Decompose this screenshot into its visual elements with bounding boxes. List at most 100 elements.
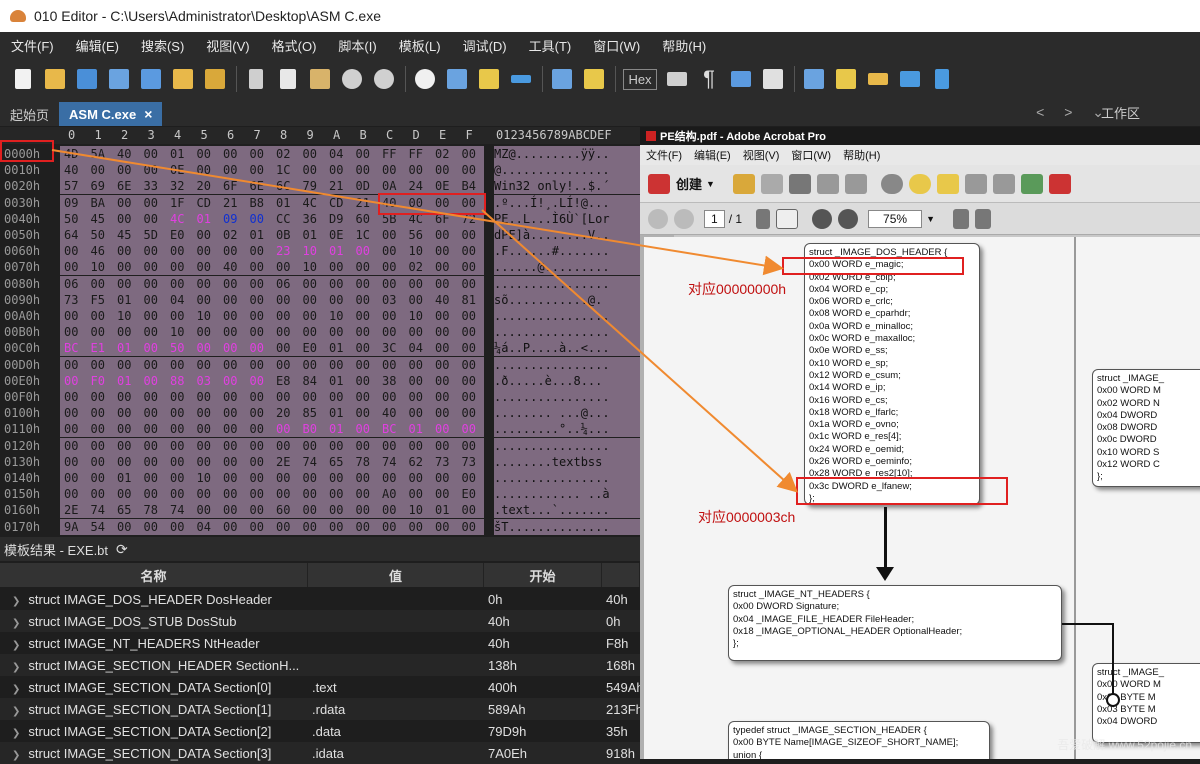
- hex-byte[interactable]: 00: [91, 324, 105, 340]
- hex-byte[interactable]: 00: [197, 276, 211, 292]
- histogram-button[interactable]: [895, 64, 925, 94]
- hex-byte[interactable]: 00: [197, 502, 211, 518]
- hex-byte[interactable]: 00: [250, 502, 264, 518]
- hex-byte[interactable]: 00: [303, 308, 317, 324]
- hex-byte[interactable]: 73: [462, 454, 476, 470]
- hex-chars[interactable]: @...............: [494, 162, 640, 179]
- create-button[interactable]: 创建: [676, 174, 702, 193]
- hex-byte[interactable]: 00: [64, 259, 78, 275]
- hex-byte[interactable]: 2E: [276, 454, 290, 470]
- hex-byte[interactable]: 00: [276, 470, 290, 486]
- hex-byte[interactable]: 00: [144, 162, 158, 178]
- menu-window[interactable]: 窗口(W): [582, 36, 651, 55]
- hex-byte[interactable]: 78: [356, 454, 370, 470]
- find-in-files-button[interactable]: [474, 64, 504, 94]
- hex-chars[interactable]: ................: [494, 389, 640, 405]
- hex-byte[interactable]: 03: [197, 373, 211, 389]
- hex-row[interactable]: 0080h 06 00 00 00 00 00 00 00 06 00 00 00 00 00 00 00...…: [0, 275, 640, 292]
- hex-byte[interactable]: 00: [250, 340, 264, 356]
- hex-byte[interactable]: 10: [329, 308, 343, 324]
- hex-byte[interactable]: 46: [91, 243, 105, 259]
- hex-byte[interactable]: 50: [170, 340, 184, 356]
- hex-byte[interactable]: 00: [435, 421, 449, 437]
- inspector-button[interactable]: [831, 64, 861, 94]
- hex-byte[interactable]: 00: [250, 243, 264, 259]
- hex-byte[interactable]: 79: [303, 178, 317, 194]
- hex-byte[interactable]: 00: [197, 405, 211, 421]
- chevron-right-icon[interactable]: ❯: [12, 640, 20, 651]
- hex-byte[interactable]: 00: [303, 519, 317, 535]
- hex-byte[interactable]: 00: [250, 308, 264, 324]
- hex-byte[interactable]: 20: [197, 178, 211, 194]
- hex-byte[interactable]: CD: [197, 195, 211, 211]
- template-row[interactable]: ❯ struct IMAGE_NT_HEADERS NtHeader 40h F8h: [0, 632, 640, 654]
- hex-byte[interactable]: 00: [382, 438, 396, 454]
- hex-byte[interactable]: 0E: [170, 162, 184, 178]
- hex-byte[interactable]: 40: [64, 162, 78, 178]
- hex-byte[interactable]: 00: [303, 162, 317, 178]
- hex-byte[interactable]: 00: [356, 324, 370, 340]
- hex-byte[interactable]: 2E: [64, 502, 78, 518]
- hex-chars[interactable]: .ð.....è...8...: [494, 372, 640, 389]
- hex-chars[interactable]: ......@.........: [494, 259, 640, 276]
- hex-byte[interactable]: 00: [170, 470, 184, 486]
- hex-chars[interactable]: ................: [494, 356, 640, 373]
- hex-byte[interactable]: 00: [117, 389, 131, 405]
- hex-byte[interactable]: 09: [64, 195, 78, 211]
- hex-byte[interactable]: 00: [276, 292, 290, 308]
- hex-bytes[interactable]: BC E1 01 00 50 00 00 00 00 E0 01 00 3C 04 00 00: [60, 340, 484, 357]
- open-file-button[interactable]: [40, 64, 70, 94]
- hex-byte[interactable]: 00: [382, 470, 396, 486]
- hex-byte[interactable]: 00: [91, 276, 105, 292]
- menu-script[interactable]: 脚本(I): [327, 36, 387, 55]
- hex-byte[interactable]: 00: [329, 292, 343, 308]
- hex-byte[interactable]: 64: [64, 227, 78, 243]
- hex-byte[interactable]: 0E: [435, 178, 449, 194]
- text-mode-button[interactable]: [662, 64, 692, 94]
- column-start[interactable]: 开始: [484, 563, 602, 587]
- compare-button[interactable]: [863, 64, 893, 94]
- hex-byte[interactable]: 00: [117, 519, 131, 535]
- hex-byte[interactable]: 45: [91, 211, 105, 227]
- hex-bytes[interactable]: 00 00 10 00 00 10 00 00 00 00 10 00 00 10 00 00: [60, 308, 484, 324]
- hex-byte[interactable]: 00: [117, 405, 131, 421]
- hex-byte[interactable]: 01: [329, 421, 343, 437]
- hex-byte[interactable]: 24: [409, 178, 423, 194]
- hex-byte[interactable]: 00: [64, 438, 78, 454]
- hex-byte[interactable]: 40: [435, 292, 449, 308]
- hex-chars[interactable]: ................: [494, 275, 640, 292]
- hex-byte[interactable]: 00: [462, 519, 476, 535]
- hex-byte[interactable]: 00: [144, 211, 158, 227]
- hex-byte[interactable]: CD: [329, 195, 343, 211]
- hex-bytes[interactable]: 00 10 00 00 00 00 40 00 00 10 00 00 00 02 00 00: [60, 259, 484, 276]
- hex-byte[interactable]: 00: [356, 243, 370, 259]
- hex-byte[interactable]: 10: [197, 470, 211, 486]
- form-icon[interactable]: [1048, 173, 1071, 194]
- hex-byte[interactable]: 65: [329, 454, 343, 470]
- hex-bytes[interactable]: 00 00 00 00 00 00 00 00 00 00 00 00 00 00 00 00: [60, 356, 484, 373]
- menu-view[interactable]: 视图(V): [195, 36, 260, 55]
- hex-byte[interactable]: 00: [117, 421, 131, 437]
- template-row[interactable]: ❯ struct IMAGE_SECTION_DATA Section[2] .da…: [0, 720, 640, 742]
- hex-byte[interactable]: 00: [382, 357, 396, 373]
- export-icon[interactable]: [1020, 173, 1043, 194]
- hex-byte[interactable]: 00: [356, 421, 370, 437]
- hex-byte[interactable]: 73: [64, 292, 78, 308]
- hex-bytes[interactable]: 00 00 00 00 00 00 00 00 20 85 01 00 40 00 00 00: [60, 405, 484, 422]
- hex-byte[interactable]: 10: [170, 324, 184, 340]
- hex-chars[interactable]: ................: [494, 324, 640, 341]
- template-row[interactable]: ❯ struct IMAGE_DOS_HEADER DosHeader 0h 40h: [0, 588, 640, 610]
- acrobat-menu-edit[interactable]: 编辑(E): [688, 147, 737, 163]
- hex-byte[interactable]: 00: [356, 389, 370, 405]
- save-button[interactable]: [72, 64, 102, 94]
- calculator-button[interactable]: [799, 64, 829, 94]
- hex-mode-button[interactable]: Hex: [620, 64, 660, 94]
- hex-byte[interactable]: 00: [435, 308, 449, 324]
- hex-byte[interactable]: 00: [250, 357, 264, 373]
- hex-byte[interactable]: 74: [91, 502, 105, 518]
- hex-byte[interactable]: 00: [462, 421, 476, 437]
- hex-byte[interactable]: 00: [250, 421, 264, 437]
- hand-tool-icon[interactable]: [776, 208, 799, 229]
- hex-byte[interactable]: 38: [382, 373, 396, 389]
- hex-byte[interactable]: 00: [144, 486, 158, 502]
